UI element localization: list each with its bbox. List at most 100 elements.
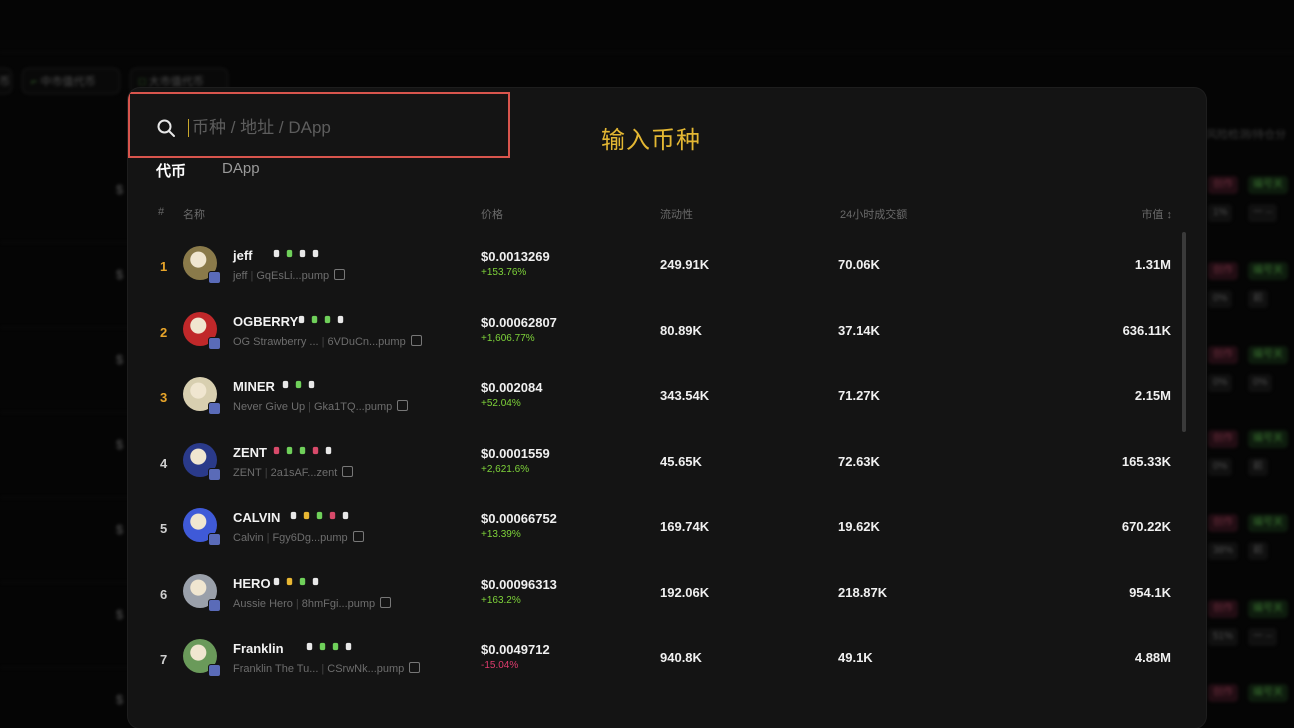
token-symbol: MINER (233, 379, 275, 394)
header-volume: 24小时成交额 (840, 209, 908, 221)
background-tag: 创作 (1208, 262, 1238, 280)
search-box[interactable] (128, 92, 510, 158)
token-liquidity: 169.74K (660, 519, 710, 534)
token-badge-icon (286, 249, 293, 258)
chain-icon (208, 533, 221, 546)
copy-icon[interactable] (334, 269, 346, 280)
copy-icon[interactable] (342, 465, 354, 477)
token-change: +52.04% (481, 398, 521, 409)
background-left-fragment: $ (116, 182, 124, 197)
token-price: $0.00096313 (481, 576, 557, 592)
background-tag: 创作 (1208, 684, 1238, 702)
token-price: $0.0001559 (481, 445, 550, 461)
chain-icon (208, 336, 221, 350)
token-badges (272, 577, 320, 586)
token-row[interactable]: 4 ZENT ZENT | 2a1sAF...zent $0.0001559 +2,621.… (128, 433, 1178, 493)
background-tag: 编号关 (1248, 514, 1288, 532)
copy-icon[interactable] (352, 531, 364, 542)
token-badge-icon (312, 249, 319, 258)
token-volume: 37.14K (838, 322, 880, 338)
token-badge-icon (273, 249, 280, 258)
token-badge-icon (290, 511, 296, 520)
token-badges (297, 315, 345, 324)
token-market-cap: 636.11K (1122, 322, 1171, 338)
token-subtitle: Calvin | Fgy6Dg...pump (233, 531, 364, 544)
separator: | (266, 532, 270, 544)
chain-icon (208, 271, 221, 284)
token-name: ZENT (233, 466, 262, 479)
token-row[interactable]: 6 HERO Aussie Hero | 8hmFgi...pump $0.0009631… (128, 564, 1178, 624)
token-change: +153.76% (481, 267, 527, 278)
token-row[interactable]: 7 Franklin Franklin The Tu... | CSrwNk...pum… (128, 629, 1178, 689)
background-tag: 编号关 (1248, 346, 1288, 364)
token-name: Never Give Up (233, 401, 306, 413)
token-change: +2,621.6% (481, 463, 530, 475)
background-tag: 创作 (1208, 430, 1238, 448)
token-price: $0.00066752 (481, 511, 557, 526)
token-volume: 72.63K (838, 453, 880, 469)
background-tag: 一 -- (1248, 204, 1278, 222)
token-badge-icon (286, 446, 293, 454)
token-badge-icon (273, 577, 280, 585)
background-tag: 0% (1208, 374, 1233, 392)
token-badge-icon (286, 577, 293, 585)
token-rank: 1 (160, 259, 168, 274)
token-row[interactable]: 5 CALVIN Calvin | Fgy6Dg...pump $0.00066752 +1… (128, 498, 1178, 558)
background-left-fragment: $ (116, 607, 124, 622)
background-left-fragment: $ (116, 692, 124, 707)
token-badge-icon (299, 249, 306, 258)
tab-dapp[interactable]: DApp (222, 160, 260, 181)
token-badge-icon (273, 446, 280, 454)
token-row[interactable]: 3 MINER Never Give Up | Gka1TQ...pump $0.0020… (128, 367, 1178, 427)
token-change: +13.39% (481, 529, 521, 540)
token-market-cap: 4.88M (1134, 650, 1171, 665)
tab-tokens[interactable]: 代币 (156, 160, 186, 181)
token-symbol: Franklin (233, 641, 284, 656)
token-row[interactable]: 2 OGBERRY OG Strawberry ... | 6VDuCn...pump $… (128, 302, 1178, 362)
token-rank: 2 (160, 324, 168, 340)
search-input[interactable] (190, 114, 494, 142)
token-price: $0.00062807 (481, 314, 557, 330)
token-volume: 49.1K (838, 650, 873, 665)
token-address: 6VDuCn...pump (327, 335, 406, 348)
copy-icon[interactable] (397, 400, 409, 411)
token-volume: 218.87K (838, 584, 888, 600)
scrollbar[interactable] (1182, 232, 1186, 432)
token-market-cap: 1.31M (1134, 257, 1171, 272)
background-row-divider (0, 667, 130, 668)
token-volume: 71.27K (838, 388, 880, 403)
separator: | (308, 401, 311, 413)
token-badges (272, 249, 320, 258)
token-address: CSrwNk...pump (327, 663, 405, 675)
token-badge-icon (337, 315, 344, 323)
token-badges (272, 446, 333, 455)
background-tag: 51% (1208, 628, 1239, 646)
token-liquidity: 80.89K (660, 322, 702, 338)
token-badge-icon (307, 642, 313, 651)
token-badge-icon (325, 446, 332, 454)
copy-icon[interactable] (380, 596, 392, 608)
token-volume: 70.06K (838, 257, 880, 272)
background-tag: 编号关 (1248, 176, 1288, 194)
background-tag: 0% (1248, 374, 1273, 392)
background-pill-label: 币 (0, 76, 10, 88)
background-left-fragment: $ (116, 267, 124, 282)
token-badge-icon (329, 511, 335, 520)
background-tag: 创作 (1208, 346, 1238, 364)
token-address: 2a1sAF...zent (270, 466, 338, 479)
token-name: Franklin The Tu... (233, 663, 319, 675)
token-price: $0.0013269 (481, 249, 550, 264)
copy-icon[interactable] (410, 334, 422, 346)
token-badge-icon (312, 577, 319, 585)
background-row-divider (0, 412, 130, 413)
copy-icon[interactable] (409, 662, 421, 673)
token-badge-icon (298, 315, 305, 323)
separator: | (321, 663, 325, 675)
header-market-cap[interactable]: 市值 ↕ (1141, 206, 1172, 222)
token-volume: 19.62K (838, 519, 880, 534)
background-tag: 创作 (1208, 514, 1238, 532)
background-tag: 编号关 (1248, 262, 1288, 280)
token-row[interactable]: 1 jeff jeff | GqEsLi...pump $0.0013269 +153.76… (128, 236, 1178, 296)
token-badges (305, 642, 353, 651)
token-badge-icon (324, 315, 331, 323)
